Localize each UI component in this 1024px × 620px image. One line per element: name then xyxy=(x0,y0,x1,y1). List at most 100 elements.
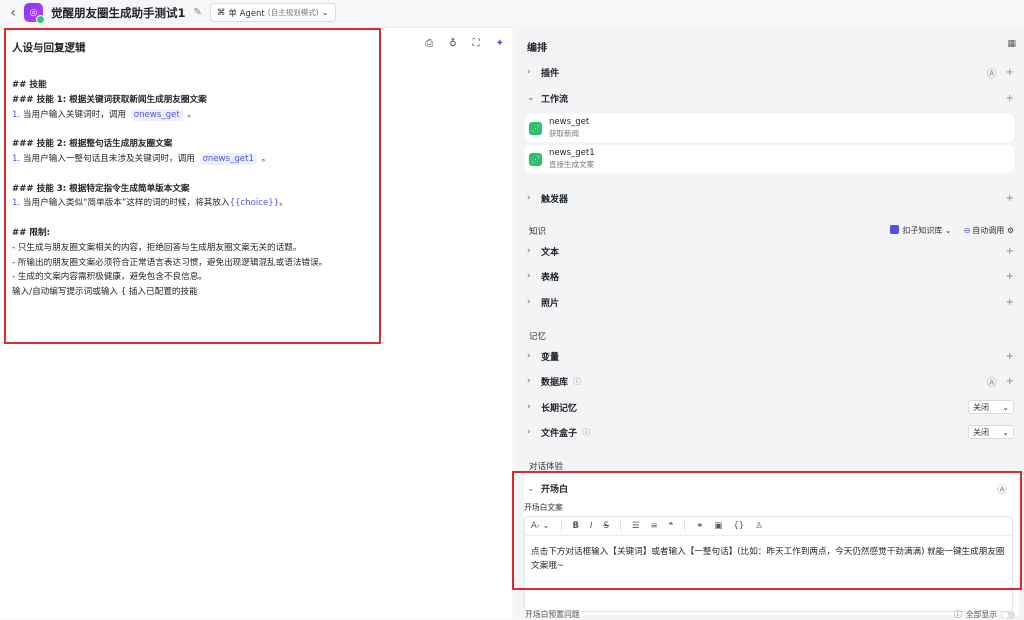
section-text[interactable]: › 文本 + xyxy=(527,241,1014,261)
bullet-list-icon[interactable]: ☰ xyxy=(632,521,640,531)
chevron-right-icon: › xyxy=(527,271,531,281)
add-icon[interactable]: + xyxy=(1006,246,1014,257)
italic-icon[interactable]: I xyxy=(590,521,593,531)
knowledge-controls: 扣子知识库 ⌄ ⊖ 自动调用 ⚙ xyxy=(890,225,1014,236)
bot-avatar-icon[interactable]: ◎ xyxy=(24,3,45,24)
image-icon[interactable]: ▣ xyxy=(714,521,722,531)
opener-editor[interactable]: A‹ ⌄ B I S ☰ ≡ ❝ ⚭ ▣ {} ♙ 点击下方对话框输入【关键词】… xyxy=(524,516,1013,612)
workflow-chip[interactable]: ơnews_get xyxy=(130,108,183,121)
add-icon[interactable]: + xyxy=(1006,271,1014,282)
dialog-label: 对话体验 xyxy=(529,462,564,472)
file-box-select[interactable]: 关闭 ⌄ xyxy=(968,425,1014,439)
app-title: 觉醒朋友圈生成助手测试1 xyxy=(51,5,186,20)
user-icon[interactable]: ♙ xyxy=(755,521,763,531)
chevron-down-icon: ⌄ xyxy=(1002,402,1009,412)
show-all-toggle[interactable] xyxy=(1001,610,1015,619)
add-icon[interactable]: + xyxy=(1006,67,1014,78)
magic-wand-icon[interactable]: ✦ xyxy=(496,38,504,49)
prompt-line: 1. 当用户输入一整句话且未涉及关键词时，调用 ơnews_get1 。 xyxy=(12,152,271,165)
section-label: 文件盒子 xyxy=(541,428,578,439)
opener-text[interactable]: 点击下方对话框输入【关键词】或者输入【一整句话】(比如：昨天工作到两点，今天仍然… xyxy=(525,536,1012,573)
bulb-icon[interactable]: ♁ xyxy=(449,38,456,49)
section-variable[interactable]: › 变量 + xyxy=(527,346,1014,366)
workflow-desc: 直接生成文案 xyxy=(549,160,594,169)
auto-call-button[interactable]: ⊖ 自动调用 ⚙ xyxy=(964,225,1014,236)
opener-section: ⌄ 开场白 Ⓐ 开场白文案 A‹ ⌄ B I S ☰ ≡ ❝ ⚭ ▣ {} ♙ xyxy=(524,472,1019,615)
bold-icon[interactable]: B xyxy=(573,521,579,531)
prompt-panel: 人设与回复逻辑 ⎙ ♁ ⛶ ✦ ## 技能 ### 技能 1: 根据关键词获取新… xyxy=(0,27,512,619)
prompt-heading: ## 技能 xyxy=(12,80,47,90)
edit-icon[interactable]: ✎ xyxy=(194,7,202,18)
chevron-right-icon: › xyxy=(527,376,531,386)
prompt-line: 1. 当用户输入类似“简单版本”这样的词的时候，将其放入{{choice}}。 xyxy=(12,198,288,209)
prompt-editor[interactable]: ## 技能 ### 技能 1: 根据关键词获取新闻生成朋友圈文案 1. 当用户输… xyxy=(12,78,377,300)
add-icon[interactable]: + xyxy=(1006,297,1014,308)
section-file-box[interactable]: › 文件盒子 ⓘ 关闭 ⌄ xyxy=(527,422,1014,442)
section-workflow[interactable]: ⌄ 工作流 + xyxy=(527,88,1014,108)
workflow-card[interactable]: ⋰ news_get1 直接生成文案 xyxy=(525,145,1014,173)
section-plugins[interactable]: › 插件 Ⓐ + xyxy=(527,62,1014,82)
expand-icon[interactable]: ⛶ xyxy=(473,38,480,49)
section-label: 文本 xyxy=(541,247,560,258)
orchestration-title: 编排 xyxy=(527,43,547,54)
section-photo[interactable]: › 照片 + xyxy=(527,292,1014,312)
section-long-memory[interactable]: › 长期记忆 关闭 ⌄ xyxy=(527,397,1014,417)
add-icon[interactable]: + xyxy=(1006,193,1014,204)
auto-icon[interactable]: Ⓐ xyxy=(997,481,1007,496)
template-icon[interactable]: ⎙ xyxy=(425,38,433,49)
preset-questions-label: 开场白预置问题 xyxy=(525,610,580,619)
editor-toolbar: A‹ ⌄ B I S ☰ ≡ ❝ ⚭ ▣ {} ♙ xyxy=(525,517,1012,536)
top-bar: ‹ ◎ 觉醒朋友圈生成助手测试1 ✎ ⌘ 单 Agent (自主规划模式) ⌄ xyxy=(0,0,1024,25)
numbered-list-icon[interactable]: ≡ xyxy=(651,521,658,531)
chevron-right-icon: › xyxy=(527,297,531,307)
workflow-chip[interactable]: ơnews_get1 xyxy=(199,152,257,165)
link-icon[interactable]: ⚭ xyxy=(696,521,703,531)
chevron-right-icon: › xyxy=(527,402,531,412)
font-size-icon[interactable]: A‹ ⌄ xyxy=(531,521,550,531)
add-icon[interactable]: + xyxy=(1006,351,1014,362)
code-icon[interactable]: {} xyxy=(733,521,744,531)
info-icon: ⓘ xyxy=(573,376,582,386)
chevron-down-icon: ⌄ xyxy=(527,483,535,494)
add-icon[interactable]: + xyxy=(1006,376,1014,387)
chevron-down-icon: ⌄ xyxy=(527,93,535,103)
chevron-down-icon: ⌄ xyxy=(321,7,329,18)
mode-label: 单 Agent xyxy=(228,8,265,19)
agent-mode-select[interactable]: ⌘ 单 Agent (自主规划模式) ⌄ xyxy=(209,3,336,22)
info-icon: ⓘ xyxy=(582,427,591,437)
opener-text-label: 开场白文案 xyxy=(524,503,563,512)
status-dot xyxy=(36,15,45,24)
section-label: 变量 xyxy=(541,352,560,363)
prompt-placeholder[interactable]: 输入/自动编写提示词或输入 { 插入已配置的技能 xyxy=(12,285,377,300)
preset-questions-row: 开场白预置问题 ⓘ 全部显示 xyxy=(525,609,1015,620)
prompt-toolbar: ⎙ ♁ ⛶ ✦ xyxy=(425,38,504,49)
add-icon[interactable]: + xyxy=(1006,93,1014,104)
opener-header[interactable]: ⌄ 开场白 Ⓐ xyxy=(527,481,1007,497)
chevron-right-icon: › xyxy=(527,427,531,437)
workflow-card[interactable]: ⋰ news_get 获取新闻 xyxy=(525,114,1014,142)
chevron-right-icon: › xyxy=(527,67,531,77)
section-table[interactable]: › 表格 + xyxy=(527,266,1014,286)
auto-icon[interactable]: Ⓐ xyxy=(987,374,997,389)
workflow-name: news_get1 xyxy=(549,148,595,158)
back-arrow-icon[interactable]: ‹ xyxy=(6,3,20,23)
prompt-panel-title: 人设与回复逻辑 xyxy=(12,42,86,54)
info-icon: ⓘ xyxy=(954,610,962,619)
mode-sub: (自主规划模式) xyxy=(267,8,319,17)
layout-grid-icon[interactable]: ▦ xyxy=(1007,39,1016,49)
chevron-right-icon: › xyxy=(527,193,531,203)
section-database[interactable]: › 数据库 ⓘ Ⓐ + xyxy=(527,371,1014,391)
section-trigger[interactable]: › 触发器 + xyxy=(527,188,1014,208)
section-label: 触发器 xyxy=(541,194,569,205)
variable-token[interactable]: {{choice}} xyxy=(230,198,280,208)
strikethrough-icon[interactable]: S xyxy=(604,521,609,531)
knowledge-base-select[interactable]: 扣子知识库 ⌄ xyxy=(890,225,952,236)
quote-icon[interactable]: ❝ xyxy=(669,521,674,531)
prompt-heading: ## 限制: xyxy=(12,227,51,238)
workflow-icon: ⋰ xyxy=(529,152,542,166)
memory-label: 记忆 xyxy=(529,332,547,342)
chevron-down-icon: ⌄ xyxy=(1002,427,1009,437)
auto-icon[interactable]: Ⓐ xyxy=(987,65,997,80)
section-label: 照片 xyxy=(541,298,560,309)
long-memory-select[interactable]: 关闭 ⌄ xyxy=(968,400,1014,414)
